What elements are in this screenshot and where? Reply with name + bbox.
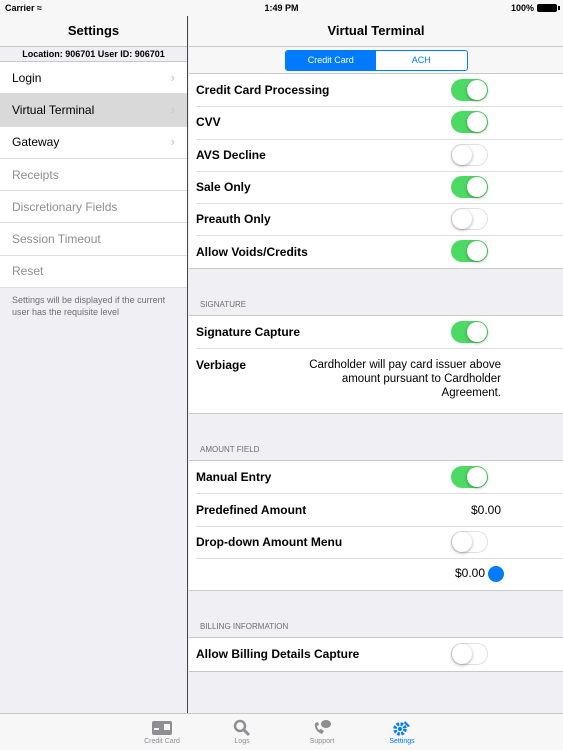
sidebar-item-gateway[interactable]: Gateway › — [0, 127, 187, 159]
tab-label: Support — [309, 738, 335, 745]
signature-capture-toggle[interactable] — [451, 320, 488, 343]
battery-status: 100% — [511, 3, 560, 13]
tab-label: Credit Card — [144, 738, 180, 745]
allow-voids-credits-row: Allow Voids/Credits — [189, 235, 563, 267]
sidebar-item-login[interactable]: Login › — [0, 62, 187, 95]
settings-list: Login › Virtual Terminal › Gateway › Receipts D… — [0, 62, 187, 289]
sidebar-item-receipts[interactable]: Receipts — [0, 159, 187, 192]
sidebar-item-label: Receipts — [12, 167, 59, 182]
segment-ach[interactable]: ACH — [376, 50, 467, 70]
dropdown-amount-value-row: $0.00 — [189, 557, 563, 590]
dropdown-amount-value[interactable]: $0.00 — [455, 566, 485, 580]
tab-label: Settings — [389, 738, 415, 745]
sidebar-item-label: Gateway — [12, 135, 60, 150]
clock: 1:49 PM — [264, 3, 299, 13]
sidebar-item-label: Reset — [12, 264, 44, 279]
avs-decline-row: AVS Decline — [189, 138, 563, 171]
sidebar-item-label: Virtual Terminal — [12, 102, 95, 117]
predefined-amount-value[interactable]: $0.00 — [471, 503, 501, 517]
general-settings-group: Credit Card Processing CVV AVS Decline Sale… — [189, 73, 563, 269]
virtual-terminal-pane: Virtual Terminal Credit Card ACH Credit … — [189, 0, 563, 713]
settings-master-pane: Settings Location: 906701 User ID: 90670… — [0, 0, 188, 713]
credit-card-processing-row: Credit Card Processing — [189, 74, 563, 106]
status-bar: Carrier ≈ 1:49 PM 100% — [0, 0, 563, 16]
segment-credit-card[interactable]: Credit Card — [285, 50, 376, 70]
location-line: Location: 906701 User ID: 906701 — [0, 47, 187, 62]
amount-group: Manual Entry Predefined Amount $0.00 Dro… — [189, 460, 563, 592]
payment-type-segmented-control: Credit Card ACH — [284, 49, 468, 71]
sidebar-item-session-timeout[interactable]: Session Timeout — [0, 223, 187, 256]
sidebar-item-reset[interactable]: Reset — [0, 256, 187, 289]
battery-icon — [537, 4, 560, 12]
billing-section-header: BILLING INFORMATION — [200, 622, 289, 632]
sidebar-item-label: Discretionary Fields — [12, 199, 118, 214]
signature-group: Signature Capture Verbiage Cardholder wi… — [189, 314, 563, 415]
allow-voids-credits-toggle[interactable] — [451, 240, 488, 263]
tab-credit-card[interactable]: Credit Card — [122, 714, 202, 750]
dropdown-amount-row: Drop-down Amount Menu — [189, 525, 563, 558]
predefined-amount-row: Predefined Amount $0.00 — [189, 493, 563, 525]
tab-support[interactable]: Support — [282, 714, 362, 750]
verbiage-row: Verbiage Cardholder will pay card issuer… — [189, 348, 563, 413]
sidebar-item-label: Login — [12, 70, 42, 85]
chevron-right-icon: › — [170, 134, 175, 150]
sidebar-item-discretionary-fields[interactable]: Discretionary Fields — [0, 191, 187, 224]
chevron-right-icon: › — [170, 101, 175, 117]
chevron-right-icon: › — [170, 69, 175, 85]
verbiage-text[interactable]: Cardholder will pay card issuer above am… — [301, 358, 501, 400]
avs-decline-toggle[interactable] — [451, 143, 488, 166]
gear-icon — [362, 718, 442, 738]
manual-entry-toggle[interactable] — [451, 466, 488, 489]
cvv-toggle[interactable] — [451, 111, 488, 134]
preauth-only-row: Preauth Only — [189, 203, 563, 235]
signature-capture-row: Signature Capture — [189, 316, 563, 348]
cvv-row: CVV — [189, 106, 563, 138]
signature-section-header: SIGNATURE — [200, 299, 247, 309]
tab-bar: Credit Card Logs Support Settings — [0, 713, 563, 750]
credit-card-icon — [122, 718, 202, 738]
preauth-only-toggle[interactable] — [451, 208, 488, 231]
tab-settings[interactable]: Settings — [362, 714, 442, 750]
tab-logs[interactable]: Logs — [202, 714, 282, 750]
dropdown-amount-toggle[interactable] — [451, 530, 488, 553]
settings-footnote: Settings will be displayed if the curren… — [12, 295, 166, 318]
billing-group: Allow Billing Details Capture — [189, 637, 563, 672]
add-amount-button[interactable] — [488, 566, 505, 583]
support-phone-icon — [282, 718, 362, 738]
billing-capture-toggle[interactable] — [451, 643, 488, 666]
search-icon — [202, 718, 282, 738]
sale-only-toggle[interactable] — [451, 175, 488, 198]
billing-capture-row: Allow Billing Details Capture — [189, 638, 563, 670]
amount-section-header: AMOUNT FIELD — [200, 445, 260, 455]
tab-label: Logs — [234, 738, 250, 745]
sidebar-item-virtual-terminal[interactable]: Virtual Terminal › — [0, 94, 187, 127]
sale-only-row: Sale Only — [189, 170, 563, 203]
manual-entry-row: Manual Entry — [189, 461, 563, 493]
credit-card-processing-toggle[interactable] — [451, 79, 488, 101]
sidebar-item-label: Session Timeout — [12, 232, 101, 247]
